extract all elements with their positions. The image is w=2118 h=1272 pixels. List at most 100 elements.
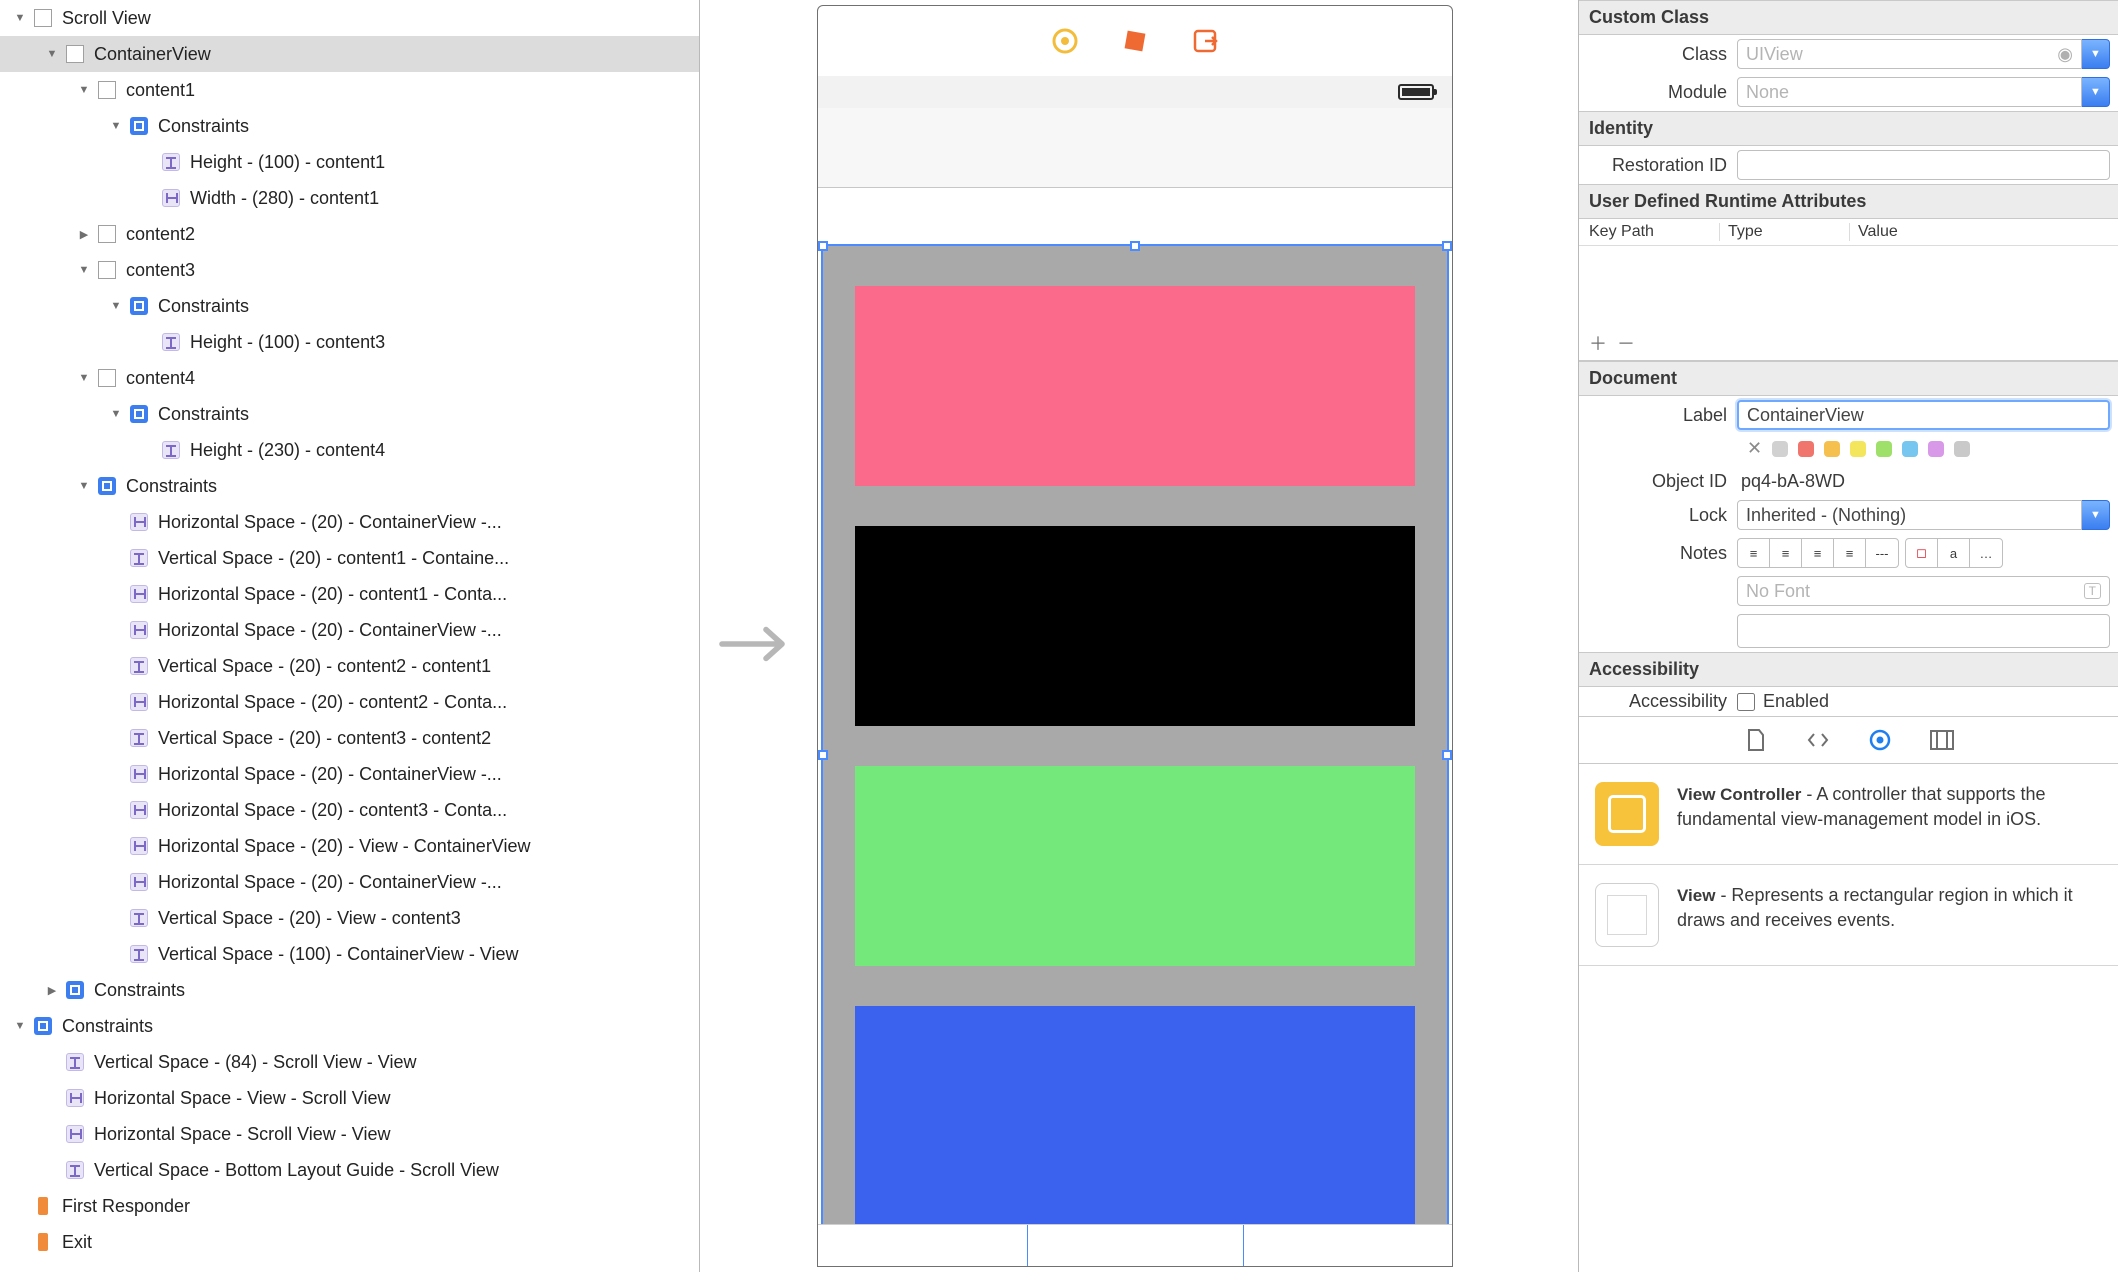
label-color-swatches[interactable]: ✕ — [1579, 434, 2118, 467]
outline-row[interactable]: Vertical Space - (84) - Scroll View - Vi… — [0, 1044, 699, 1080]
media-library-tab-icon[interactable] — [1929, 727, 1955, 753]
outline-row[interactable]: Horizontal Space - (20) - content3 - Con… — [0, 792, 699, 828]
accessibility-enabled-checkbox[interactable] — [1737, 693, 1755, 711]
outline-row[interactable]: Horizontal Space - (20) - ContainerView … — [0, 756, 699, 792]
outline-row[interactable]: Horizontal Space - (20) - ContainerView … — [0, 504, 699, 540]
style-char-icon[interactable]: a — [1938, 539, 1970, 567]
align-center-icon[interactable]: ≡ — [1770, 539, 1802, 567]
udra-table[interactable] — [1579, 246, 2118, 326]
doc-label-field[interactable]: ContainerView — [1737, 400, 2110, 430]
align-justify-icon[interactable]: ≡ — [1834, 539, 1866, 567]
add-attribute-button[interactable]: ＋ — [1589, 330, 1607, 356]
outline-row[interactable]: content3 — [0, 252, 699, 288]
outline-row[interactable]: Constraints — [0, 972, 699, 1008]
lock-select[interactable]: Inherited - (Nothing) — [1737, 500, 2082, 530]
remove-attribute-button[interactable]: － — [1617, 330, 1635, 356]
outline-row[interactable]: Scroll View — [0, 0, 699, 36]
outline-row[interactable]: Horizontal Space - (20) - ContainerView … — [0, 612, 699, 648]
outline-row[interactable]: Height - (100) - content1 — [0, 144, 699, 180]
outline-row[interactable]: Vertical Space - (100) - ContainerView -… — [0, 936, 699, 972]
outline-row[interactable]: Exit — [0, 1224, 699, 1260]
color-swatch[interactable] — [1902, 441, 1918, 457]
disclosure-triangle-icon[interactable] — [108, 118, 124, 134]
outline-row[interactable]: Height - (230) - content4 — [0, 432, 699, 468]
clear-color-button[interactable]: ✕ — [1747, 438, 1762, 459]
outline-row[interactable]: Vertical Space - (20) - View - content3 — [0, 900, 699, 936]
scene-icon-viewcontroller[interactable] — [1052, 28, 1078, 54]
class-field[interactable]: UIView◉ — [1737, 39, 2082, 69]
disclosure-triangle-icon[interactable] — [76, 370, 92, 386]
inspector-panel[interactable]: Custom Class Class UIView◉ ▼ Module None… — [1578, 0, 2118, 1272]
container-view[interactable]: http://blog.csdn.net/woaifen3344 — [823, 246, 1447, 1266]
object-library-tab-icon[interactable] — [1867, 727, 1893, 753]
notes-style-segment[interactable]: ◻ a … — [1905, 538, 2003, 568]
content-block[interactable] — [855, 1006, 1415, 1236]
color-swatch[interactable] — [1928, 441, 1944, 457]
align-left-icon[interactable]: ≡ — [1738, 539, 1770, 567]
document-outline[interactable]: Scroll ViewContainerViewcontent1Constrai… — [0, 0, 700, 1272]
object-library-list[interactable]: View Controller - A controller that supp… — [1579, 764, 2118, 966]
color-swatch[interactable] — [1850, 441, 1866, 457]
color-swatch[interactable] — [1772, 441, 1788, 457]
lock-dropdown-button[interactable]: ▼ — [2082, 500, 2110, 530]
outline-row[interactable]: Vertical Space - (20) - content1 - Conta… — [0, 540, 699, 576]
outline-row[interactable]: First Responder — [0, 1188, 699, 1224]
outline-row[interactable]: Width - (280) - content1 — [0, 180, 699, 216]
notes-textarea[interactable] — [1737, 614, 2110, 648]
align-right-icon[interactable]: ≡ — [1802, 539, 1834, 567]
outline-row[interactable]: Constraints — [0, 288, 699, 324]
color-swatch[interactable] — [1798, 441, 1814, 457]
outline-row[interactable]: Vertical Space - (20) - content3 - conte… — [0, 720, 699, 756]
disclosure-triangle-icon[interactable] — [76, 478, 92, 494]
disclosure-triangle-icon[interactable] — [76, 262, 92, 278]
code-snippet-tab-icon[interactable] — [1805, 727, 1831, 753]
outline-row[interactable]: Horizontal Space - View - Scroll View — [0, 1080, 699, 1116]
content-block[interactable] — [855, 766, 1415, 966]
font-field[interactable]: No FontT — [1737, 576, 2110, 606]
align-dashes-icon[interactable]: --- — [1866, 539, 1898, 567]
outline-row[interactable]: Constraints — [0, 108, 699, 144]
disclosure-triangle-icon[interactable] — [108, 298, 124, 314]
outline-row[interactable]: Horizontal Space - (20) - ContainerView … — [0, 864, 699, 900]
disclosure-triangle-icon[interactable] — [76, 226, 92, 242]
disclosure-triangle-icon[interactable] — [12, 10, 28, 26]
disclosure-triangle-icon[interactable] — [44, 46, 60, 62]
color-swatch[interactable] — [1876, 441, 1892, 457]
outline-row[interactable]: Vertical Space - (20) - content2 - conte… — [0, 648, 699, 684]
outline-row[interactable]: Height - (100) - content3 — [0, 324, 699, 360]
class-dropdown-button[interactable]: ▼ — [2082, 39, 2110, 69]
disclosure-triangle-icon[interactable] — [76, 82, 92, 98]
outline-row[interactable]: Vertical Space - Bottom Layout Guide - S… — [0, 1152, 699, 1188]
font-picker-icon[interactable]: T — [2084, 583, 2101, 599]
content-block[interactable] — [855, 526, 1415, 726]
restoration-id-field[interactable] — [1737, 150, 2110, 180]
library-tabs[interactable] — [1579, 716, 2118, 764]
color-swatch[interactable] — [1954, 441, 1970, 457]
library-item[interactable]: View - Represents a rectangular region i… — [1579, 865, 2118, 966]
outline-row[interactable]: ContainerView — [0, 36, 699, 72]
file-template-tab-icon[interactable] — [1743, 727, 1769, 753]
interface-builder-canvas[interactable]: http://blog.csdn.net/woaifen3344 — [700, 0, 1578, 1272]
content-block[interactable] — [855, 286, 1415, 486]
module-dropdown-button[interactable]: ▼ — [2082, 77, 2110, 107]
simulated-device[interactable]: http://blog.csdn.net/woaifen3344 — [817, 5, 1453, 1267]
outline-row[interactable]: Horizontal Space - Scroll View - View — [0, 1116, 699, 1152]
outline-row[interactable]: content1 — [0, 72, 699, 108]
scene-icon-exit[interactable] — [1192, 28, 1218, 54]
scene-icon-firstresponder[interactable] — [1122, 28, 1148, 54]
color-swatch[interactable] — [1824, 441, 1840, 457]
outline-row[interactable]: Constraints — [0, 468, 699, 504]
disclosure-triangle-icon[interactable] — [108, 406, 124, 422]
style-square-icon[interactable]: ◻ — [1906, 539, 1938, 567]
outline-row[interactable]: content4 — [0, 360, 699, 396]
outline-row[interactable]: Horizontal Space - (20) - View - Contain… — [0, 828, 699, 864]
disclosure-triangle-icon[interactable] — [44, 982, 60, 998]
module-field[interactable]: None — [1737, 77, 2082, 107]
outline-row[interactable]: Constraints — [0, 1008, 699, 1044]
style-more-icon[interactable]: … — [1970, 539, 2002, 567]
outline-row[interactable]: Constraints — [0, 396, 699, 432]
outline-row[interactable]: Horizontal Space - (20) - content2 - Con… — [0, 684, 699, 720]
outline-row[interactable]: Horizontal Space - (20) - content1 - Con… — [0, 576, 699, 612]
outline-row[interactable]: content2 — [0, 216, 699, 252]
notes-align-segment[interactable]: ≡ ≡ ≡ ≡ --- — [1737, 538, 1899, 568]
